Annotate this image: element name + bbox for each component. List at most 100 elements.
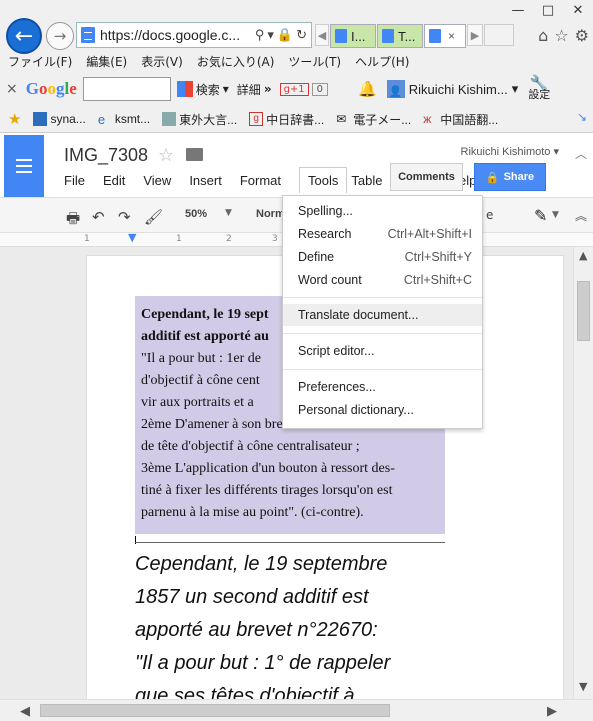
redo-icon[interactable]: ↷ [118, 208, 131, 226]
menu-view[interactable]: View [143, 173, 180, 193]
settings-button[interactable]: 🔧 設定 [528, 76, 550, 101]
menu-help[interactable]: ヘルプ(H) [355, 53, 409, 70]
browser-title-bar: — □ ✕ ← → https://docs.google.c... ⚲ ▾ 🔒… [0, 0, 593, 54]
home-icon[interactable]: ⌂ [538, 26, 548, 45]
menu-divider [283, 369, 482, 370]
pencil-icon[interactable]: ✎ [534, 206, 547, 225]
menu-table[interactable]: Table [351, 173, 391, 193]
favorite-link-2[interactable]: e ksmt... [98, 112, 150, 127]
new-tab-button[interactable] [484, 24, 514, 46]
docs-favicon-icon [81, 27, 95, 43]
menu-edit[interactable]: 編集(E) [86, 53, 127, 70]
menu-favorites[interactable]: お気に入り(A) [197, 53, 275, 70]
lock-icon[interactable]: 🔒 [277, 27, 293, 43]
favorite-link-3[interactable]: 東外大言... [162, 111, 237, 128]
back-button[interactable]: ← [6, 18, 42, 54]
star-icon[interactable]: ☆ [158, 145, 174, 166]
share-button[interactable]: 🔒 Share [474, 163, 546, 191]
menu-file[interactable]: File [64, 173, 94, 193]
account-name[interactable]: Rikuichi Kishimoto ▾ [461, 145, 559, 158]
close-toolbar-icon[interactable]: × [6, 81, 18, 97]
docs-home-button[interactable] [4, 135, 44, 197]
favorites-bar: ★ syna... e ksmt... 東外大言... g 中日辞書... ✉ 電子メ… [0, 108, 593, 130]
menu-item-word-count[interactable]: Word count Ctrl+Shift+C [283, 269, 482, 291]
menu-item-script-editor[interactable]: Script editor... [283, 340, 482, 362]
menu-insert[interactable]: Insert [189, 173, 231, 193]
scroll-thumb[interactable] [577, 281, 590, 341]
scroll-up-icon[interactable]: ▲ [579, 249, 587, 262]
menu-item-define[interactable]: Define Ctrl+Shift+Y [283, 246, 482, 268]
favorites-star-icon[interactable]: ☆ [554, 26, 568, 45]
menu-edit[interactable]: Edit [103, 173, 134, 193]
close-tab-icon[interactable]: × [448, 29, 455, 43]
bell-icon[interactable]: 🔔 [358, 80, 377, 98]
menu-tools[interactable]: Tools [299, 167, 348, 193]
maximize-button[interactable]: □ [533, 0, 563, 20]
tabs-scroll-right-button[interactable]: ▶ [467, 24, 483, 46]
chevron-up-icon[interactable]: ︿ [575, 145, 587, 162]
gear-icon[interactable]: ⚙ [575, 26, 589, 45]
dropdown-icon[interactable]: ▾ [267, 27, 274, 43]
arrow-left-icon: ← [14, 23, 34, 49]
close-window-button[interactable]: ✕ [563, 0, 593, 20]
add-favorite-icon[interactable]: ★ [8, 110, 21, 128]
body-line: que ses têtes d'objectif à [135, 685, 355, 699]
url-text: https://docs.google.c... [100, 27, 241, 43]
menu-format[interactable]: Format [240, 173, 290, 193]
scroll-down-icon[interactable]: ▼ [579, 680, 587, 693]
search-icon[interactable]: ⚲ [255, 27, 265, 43]
window-controls: — □ ✕ [503, 0, 593, 20]
horizontal-scrollbar[interactable]: ◀ ▶ [0, 699, 593, 721]
favorite-link-1[interactable]: syna... [33, 112, 86, 126]
comments-button[interactable]: Comments [390, 163, 463, 191]
favorites-overflow-icon[interactable]: ↘ [577, 110, 587, 124]
browser-tab-2[interactable]: T... [377, 24, 423, 48]
browser-tab-active[interactable]: × [424, 24, 466, 48]
address-bar[interactable]: https://docs.google.c... ⚲ ▾ 🔒 ↻ [76, 22, 312, 48]
menu-item-research[interactable]: Research Ctrl+Alt+Shift+I [283, 223, 482, 245]
google-search-input[interactable] [82, 77, 171, 101]
detail-button[interactable]: 詳細 [237, 81, 261, 98]
google-logo: Google [25, 79, 77, 98]
body-line: Cependant, le 19 septembre [135, 553, 388, 575]
google-search-button[interactable]: 検索 ▾ [176, 81, 229, 98]
ruler-number: 3 [272, 234, 278, 244]
ruler-number: 1 [176, 234, 182, 244]
indent-marker-icon[interactable]: ▼ [128, 231, 136, 244]
chevron-down-icon: ▼ [552, 210, 559, 220]
menu-file[interactable]: ファイル(F) [8, 53, 72, 70]
gplus-button[interactable]: g+1 [279, 82, 309, 96]
document-title[interactable]: IMG_7308 [64, 145, 148, 166]
styles-select[interactable]: Norm [256, 208, 285, 220]
undo-icon[interactable]: ↶ [92, 208, 105, 226]
print-icon[interactable]: 🖶 [66, 208, 80, 233]
scroll-right-icon[interactable]: ▶ [547, 704, 557, 719]
folder-icon[interactable] [186, 148, 203, 161]
zoom-select[interactable]: 50% [185, 208, 207, 220]
docs-favicon-icon [429, 29, 441, 43]
document-body-text[interactable]: Cependant, le 19 septembre 1857 un secon… [135, 548, 465, 699]
docs-favicon-icon [335, 29, 347, 43]
user-account-button[interactable]: 👤 Rikuichi Kishim... ▾ [386, 80, 518, 98]
refresh-icon[interactable]: ↻ [296, 27, 307, 43]
minimize-button[interactable]: — [503, 0, 533, 20]
ruler-number: 1 [84, 234, 90, 244]
menu-item-preferences[interactable]: Preferences... [283, 376, 482, 398]
paint-format-icon[interactable]: 🖌 [144, 208, 163, 226]
more-button[interactable]: » [264, 82, 272, 96]
collapse-toolbar-icon[interactable]: ︽ [575, 207, 587, 224]
tabs-scroll-left-button[interactable]: ◀ [315, 24, 329, 46]
favorite-link-6[interactable]: ж 中国語翻... [423, 111, 498, 128]
forward-button[interactable]: → [46, 22, 74, 50]
menu-tools[interactable]: ツール(T) [288, 53, 341, 70]
scroll-thumb[interactable] [40, 704, 390, 717]
favorite-link-4[interactable]: g 中日辞書... [249, 111, 324, 128]
vertical-scrollbar[interactable]: ▲ ▼ [573, 247, 593, 699]
favorite-link-5[interactable]: ✉ 電子メー... [336, 111, 411, 128]
scroll-left-icon[interactable]: ◀ [20, 704, 30, 719]
menu-item-spelling[interactable]: Spelling... [283, 200, 482, 222]
menu-item-translate-document[interactable]: Translate document... [283, 304, 482, 326]
browser-tab-1[interactable]: I... [330, 24, 376, 48]
menu-item-personal-dictionary[interactable]: Personal dictionary... [283, 399, 482, 421]
menu-view[interactable]: 表示(V) [141, 53, 183, 70]
